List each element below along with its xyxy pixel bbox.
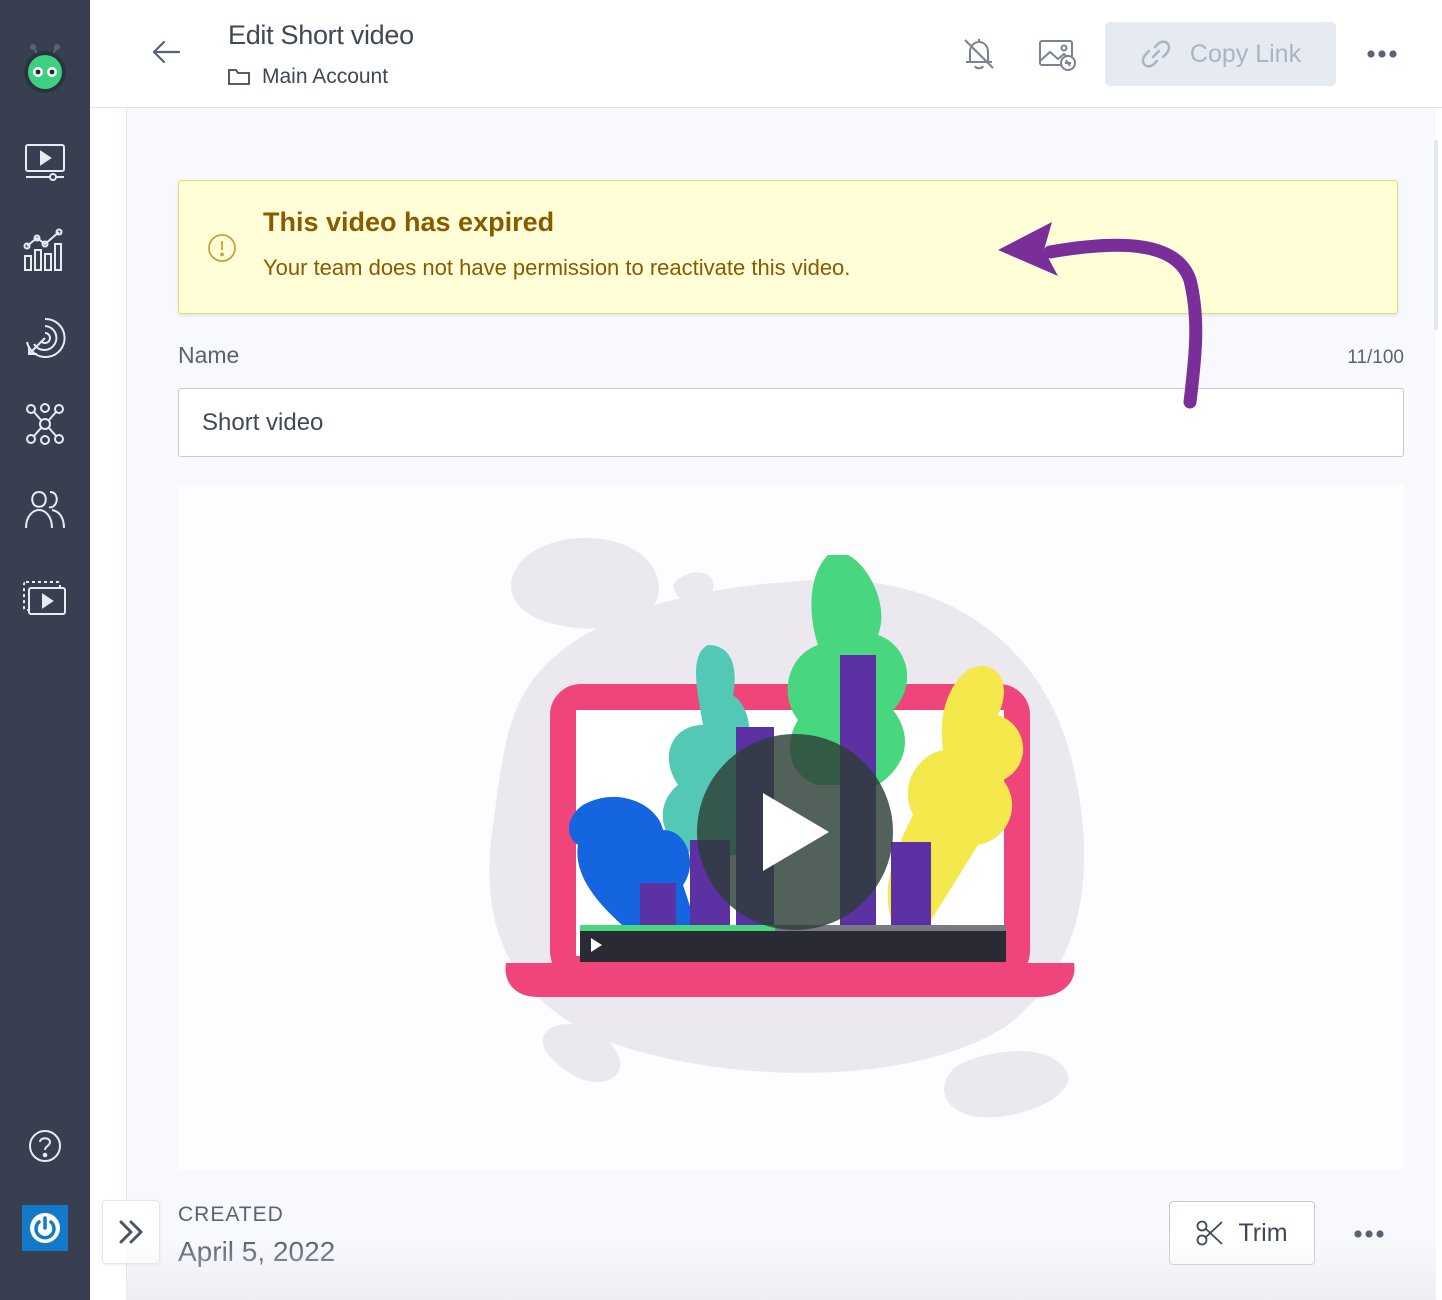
link-icon [1141,40,1171,68]
trim-label: Trim [1238,1218,1288,1247]
folder-breadcrumb[interactable]: Main Account [228,65,388,89]
app-logo[interactable] [20,42,70,94]
video-more-options-button[interactable] [1347,1212,1391,1256]
image-link-icon [1039,40,1076,71]
more-horizontal-icon [1354,1230,1384,1238]
trim-button[interactable]: Trim [1169,1201,1315,1265]
integrations-icon [26,403,64,445]
sidebar [0,0,90,1300]
help-button[interactable] [21,1122,69,1170]
analytics-icon [23,228,63,271]
copy-link-button[interactable]: Copy Link [1105,22,1336,86]
created-date: April 5, 2022 [178,1236,336,1267]
expand-sidebar-button[interactable] [102,1200,160,1264]
sidebar-item-integrations[interactable] [21,400,69,448]
folder-icon [228,69,250,85]
screen-recording-icon [23,581,66,615]
notifications-off-button[interactable] [957,32,1001,76]
play-button[interactable] [697,734,893,930]
alert-title: This video has expired [263,207,555,237]
bell-off-icon [964,39,994,70]
sidebar-item-screen-recording[interactable] [21,574,69,622]
play-icon [763,793,829,871]
more-horizontal-icon [1367,50,1397,58]
sidebar-item-engagement[interactable] [21,314,69,362]
name-input[interactable] [178,388,1404,457]
power-icon [30,1213,60,1243]
arrow-left-icon [152,40,181,64]
sidebar-item-contacts[interactable] [21,486,69,534]
double-chevron-right-icon [119,1220,143,1244]
expired-alert: This video has expired Your team does no… [178,180,1398,314]
thumbnail-button[interactable] [1036,32,1080,76]
sidebar-item-videos[interactable] [21,138,69,186]
video-preview[interactable] [178,485,1404,1170]
engagement-icon [26,317,66,358]
help-icon [29,1130,61,1162]
power-button[interactable] [22,1205,68,1251]
back-button[interactable] [146,32,186,72]
sidebar-item-analytics[interactable] [21,226,69,274]
scrollbar[interactable] [1434,140,1438,330]
name-label: Name [178,342,240,368]
contacts-icon [25,490,65,529]
app-window: Edit Short video Main Account Copy Link … [0,0,1442,1300]
created-label: CREATED [178,1203,284,1226]
scissors-icon [1197,1220,1224,1246]
char-count: 11/100 [1347,347,1404,368]
alert-message: Your team does not have permission to re… [263,255,851,280]
page-title: Edit Short video [228,20,414,50]
folder-label: Main Account [262,65,389,88]
warning-icon [208,234,236,262]
more-options-button[interactable] [1360,32,1404,76]
copy-link-label: Copy Link [1189,39,1302,68]
page-header: Edit Short video Main Account Copy Link [90,0,1442,108]
videos-icon [25,144,65,181]
